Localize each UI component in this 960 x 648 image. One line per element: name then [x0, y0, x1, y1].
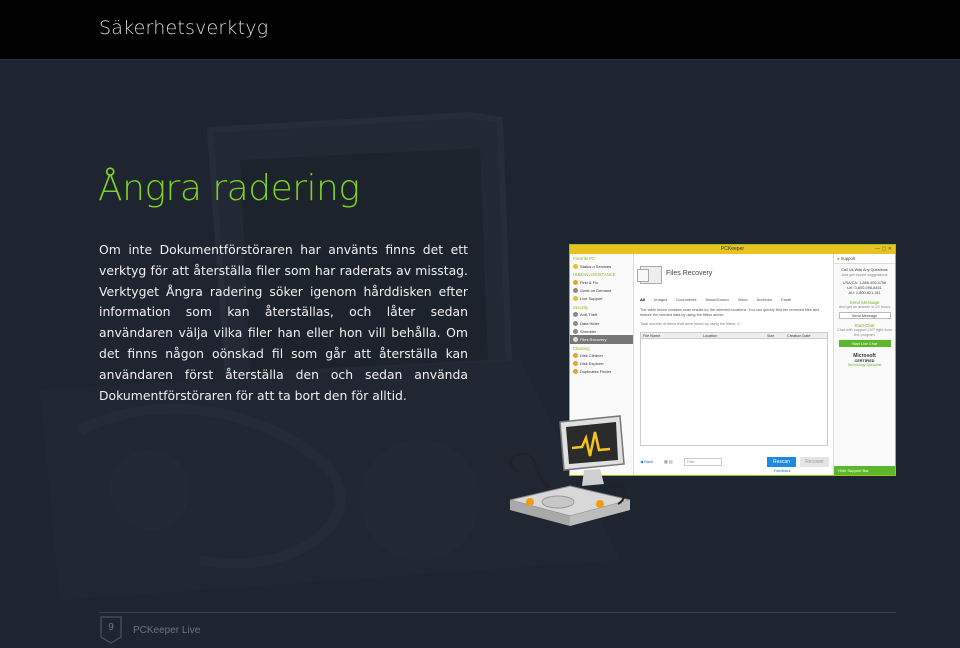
- sidebar-item-status[interactable]: Status n Services: [570, 262, 633, 270]
- bottom-toolbar: ◀ Back ▦ ▤ Filter Rescan Recover: [640, 457, 829, 469]
- count-label: Total number of items that were found by…: [640, 322, 737, 326]
- filter-input[interactable]: Filter: [684, 458, 722, 466]
- call-subtitle: And get expert suggestions: [841, 273, 888, 277]
- message-block: Send Message And get an answer in 24 hou…: [834, 300, 895, 319]
- sidebar-item-shredder[interactable]: Shredder: [570, 327, 633, 335]
- tab-archives[interactable]: Archives: [757, 297, 772, 302]
- window-title: PCKeeper: [720, 246, 745, 252]
- view-icons[interactable]: ▦ ▤: [664, 459, 673, 464]
- window-controls-icon: — ▢ ✕: [875, 246, 892, 252]
- live-support-icon: [573, 296, 578, 302]
- tab-video[interactable]: Video: [738, 297, 748, 302]
- data-hider-icon: [573, 320, 578, 326]
- tab-documents[interactable]: Documents: [676, 297, 696, 302]
- favorite-label: Favorite PC: [573, 256, 596, 261]
- disk-cleaner-icon: [573, 353, 578, 359]
- sidebar-item-geek[interactable]: Geek on Demand: [570, 286, 633, 294]
- tab-music[interactable]: Music/Sound: [705, 297, 728, 302]
- count-line: Total number of items that were found by…: [640, 322, 739, 326]
- sidebar-item-disk-explorer[interactable]: Disk Explorer: [570, 360, 633, 368]
- window-titlebar: PCKeeper — ▢ ✕: [570, 245, 895, 254]
- description-text: The table below contains scan results fo…: [640, 308, 820, 317]
- col-location[interactable]: Location: [701, 333, 765, 338]
- files-recovery-title: Files Recovery: [666, 270, 713, 277]
- sidebar-item-anti-theft[interactable]: Anti-Theft: [570, 311, 633, 319]
- col-creation-date[interactable]: Creation Date: [785, 333, 825, 338]
- tab-email[interactable]: Email: [781, 297, 791, 302]
- ms-line3: Technology Specialist: [847, 363, 882, 367]
- rescan-button[interactable]: Rescan: [767, 457, 796, 467]
- sidebar-item-find-fix[interactable]: Find & Fix: [570, 278, 633, 286]
- filter-tabs: All Images Documents Music/Sound Video A…: [640, 297, 791, 302]
- microsoft-badge: Microsoft CERTIFIED Technology Specialis…: [834, 353, 895, 367]
- tab-images[interactable]: Images: [654, 297, 667, 302]
- hide-support-bar[interactable]: Hide Support Bar: [834, 466, 895, 475]
- human-section-label: HUMAN ASSISTANCE: [573, 272, 616, 278]
- send-message-button[interactable]: Send Message: [838, 312, 891, 319]
- feedback-link[interactable]: Feedback: [774, 469, 791, 473]
- start-chat-button[interactable]: Start Live Chat: [838, 340, 891, 347]
- main-panel: Files Recovery All Images Documents Musi…: [634, 254, 833, 475]
- status-icon: [573, 263, 578, 269]
- phone-au: AU: 1-800-821-311: [848, 291, 881, 295]
- body-paragraph: Om inte Dokumentförstöraren har använts …: [99, 242, 468, 403]
- find-fix-icon: [573, 279, 578, 285]
- security-section-label: Security: [573, 304, 589, 310]
- shredder-icon: [573, 328, 578, 334]
- col-size[interactable]: Size: [765, 333, 785, 338]
- files-recovery-icon: [573, 336, 578, 342]
- chat-subtitle: Chat with support 24/7 right from the pr…: [836, 328, 893, 337]
- section-title: Säkerhetsverktyg: [99, 17, 269, 39]
- duplicates-icon: [573, 369, 578, 375]
- sidebar-item-disk-cleaner[interactable]: Disk Cleaner: [570, 352, 633, 360]
- sidebar-item-live-support[interactable]: Live Support: [570, 295, 633, 303]
- anti-theft-icon: [573, 312, 578, 318]
- footer-divider: [99, 612, 896, 613]
- geek-icon: [573, 287, 578, 293]
- brand-footer: PCKeeper Live: [133, 625, 201, 636]
- sidebar-item-data-hider[interactable]: Data Hider: [570, 319, 633, 327]
- computer-illustration-icon: [509, 415, 631, 526]
- table-header: File Name Location Size Creation Date: [641, 333, 827, 339]
- tab-all[interactable]: All: [640, 297, 645, 302]
- cleaning-section-label: Cleaning: [573, 345, 590, 351]
- support-header: ● Support: [834, 254, 895, 264]
- back-button[interactable]: ◀ Back: [640, 459, 653, 464]
- chat-block: Start Chat Chat with support 24/7 right …: [834, 323, 895, 347]
- call-block: Call Us With Any Questions And get exper…: [834, 268, 895, 296]
- sidebar-item-duplicates[interactable]: Duplicates Finder: [570, 368, 633, 376]
- support-panel: ● Support Call Us With Any Questions And…: [833, 254, 895, 475]
- page-heading: Ångra radering: [98, 168, 360, 209]
- top-bar: Säkerhetsverktyg: [0, 0, 960, 60]
- sidebar-item-files-recovery[interactable]: Files Recovery: [570, 335, 633, 344]
- recover-button[interactable]: Recover: [800, 457, 829, 467]
- support-icon: ●: [837, 256, 840, 261]
- disk-explorer-icon: [573, 361, 578, 367]
- document-icon: [637, 269, 649, 282]
- results-table: File Name Location Size Creation Date: [640, 332, 828, 446]
- page-number-shield-icon: [100, 616, 122, 644]
- col-file-name[interactable]: File Name: [641, 333, 701, 338]
- send-subtitle: And get an answer in 24 hours: [838, 305, 891, 309]
- count-value: 0: [737, 322, 740, 326]
